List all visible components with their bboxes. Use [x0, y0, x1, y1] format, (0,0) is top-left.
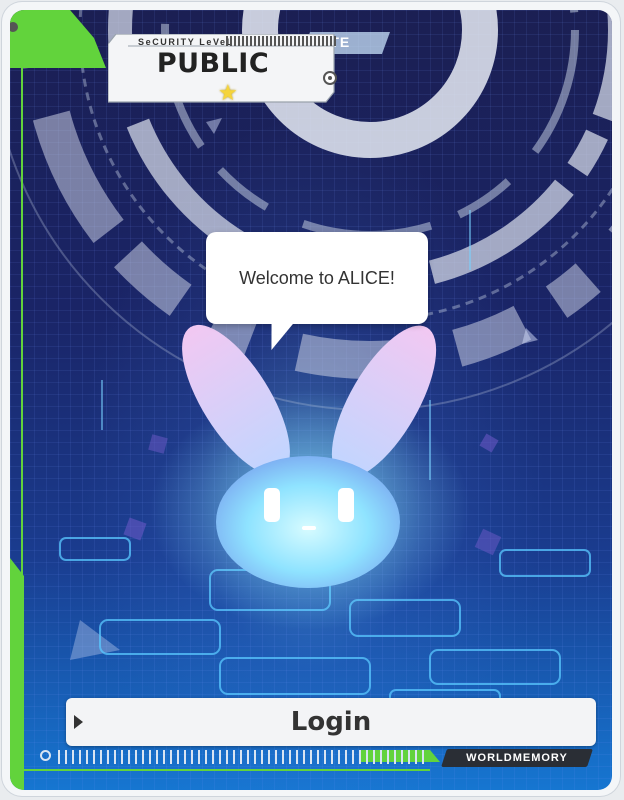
brand-tag: WORLDMEMORY — [441, 749, 593, 767]
security-level-label: SeCURITY LeVeL — [138, 37, 234, 47]
star-icon: ★ — [218, 80, 238, 105]
ruler-strip — [58, 750, 428, 764]
device-frame: ETE SeCURITY LeVeL PUBLIC ★ Welcome to A… — [2, 2, 620, 796]
security-level-value: PUBLIC — [156, 48, 270, 79]
ruler-dot-icon — [40, 750, 51, 761]
background-decoration — [10, 10, 612, 790]
green-corner-bottom — [10, 558, 24, 790]
login-label: Login — [290, 707, 372, 737]
welcome-message: Welcome to ALICE! — [239, 267, 395, 288]
security-level-card: SeCURITY LeVeL PUBLIC ★ — [108, 34, 344, 106]
login-button[interactable]: Login — [66, 698, 596, 746]
login-screen: ETE SeCURITY LeVeL PUBLIC ★ Welcome to A… — [10, 10, 612, 790]
barcode-strip — [226, 36, 336, 46]
welcome-bubble: Welcome to ALICE! — [206, 232, 428, 324]
brand-text: WORLDMEMORY — [466, 752, 568, 764]
